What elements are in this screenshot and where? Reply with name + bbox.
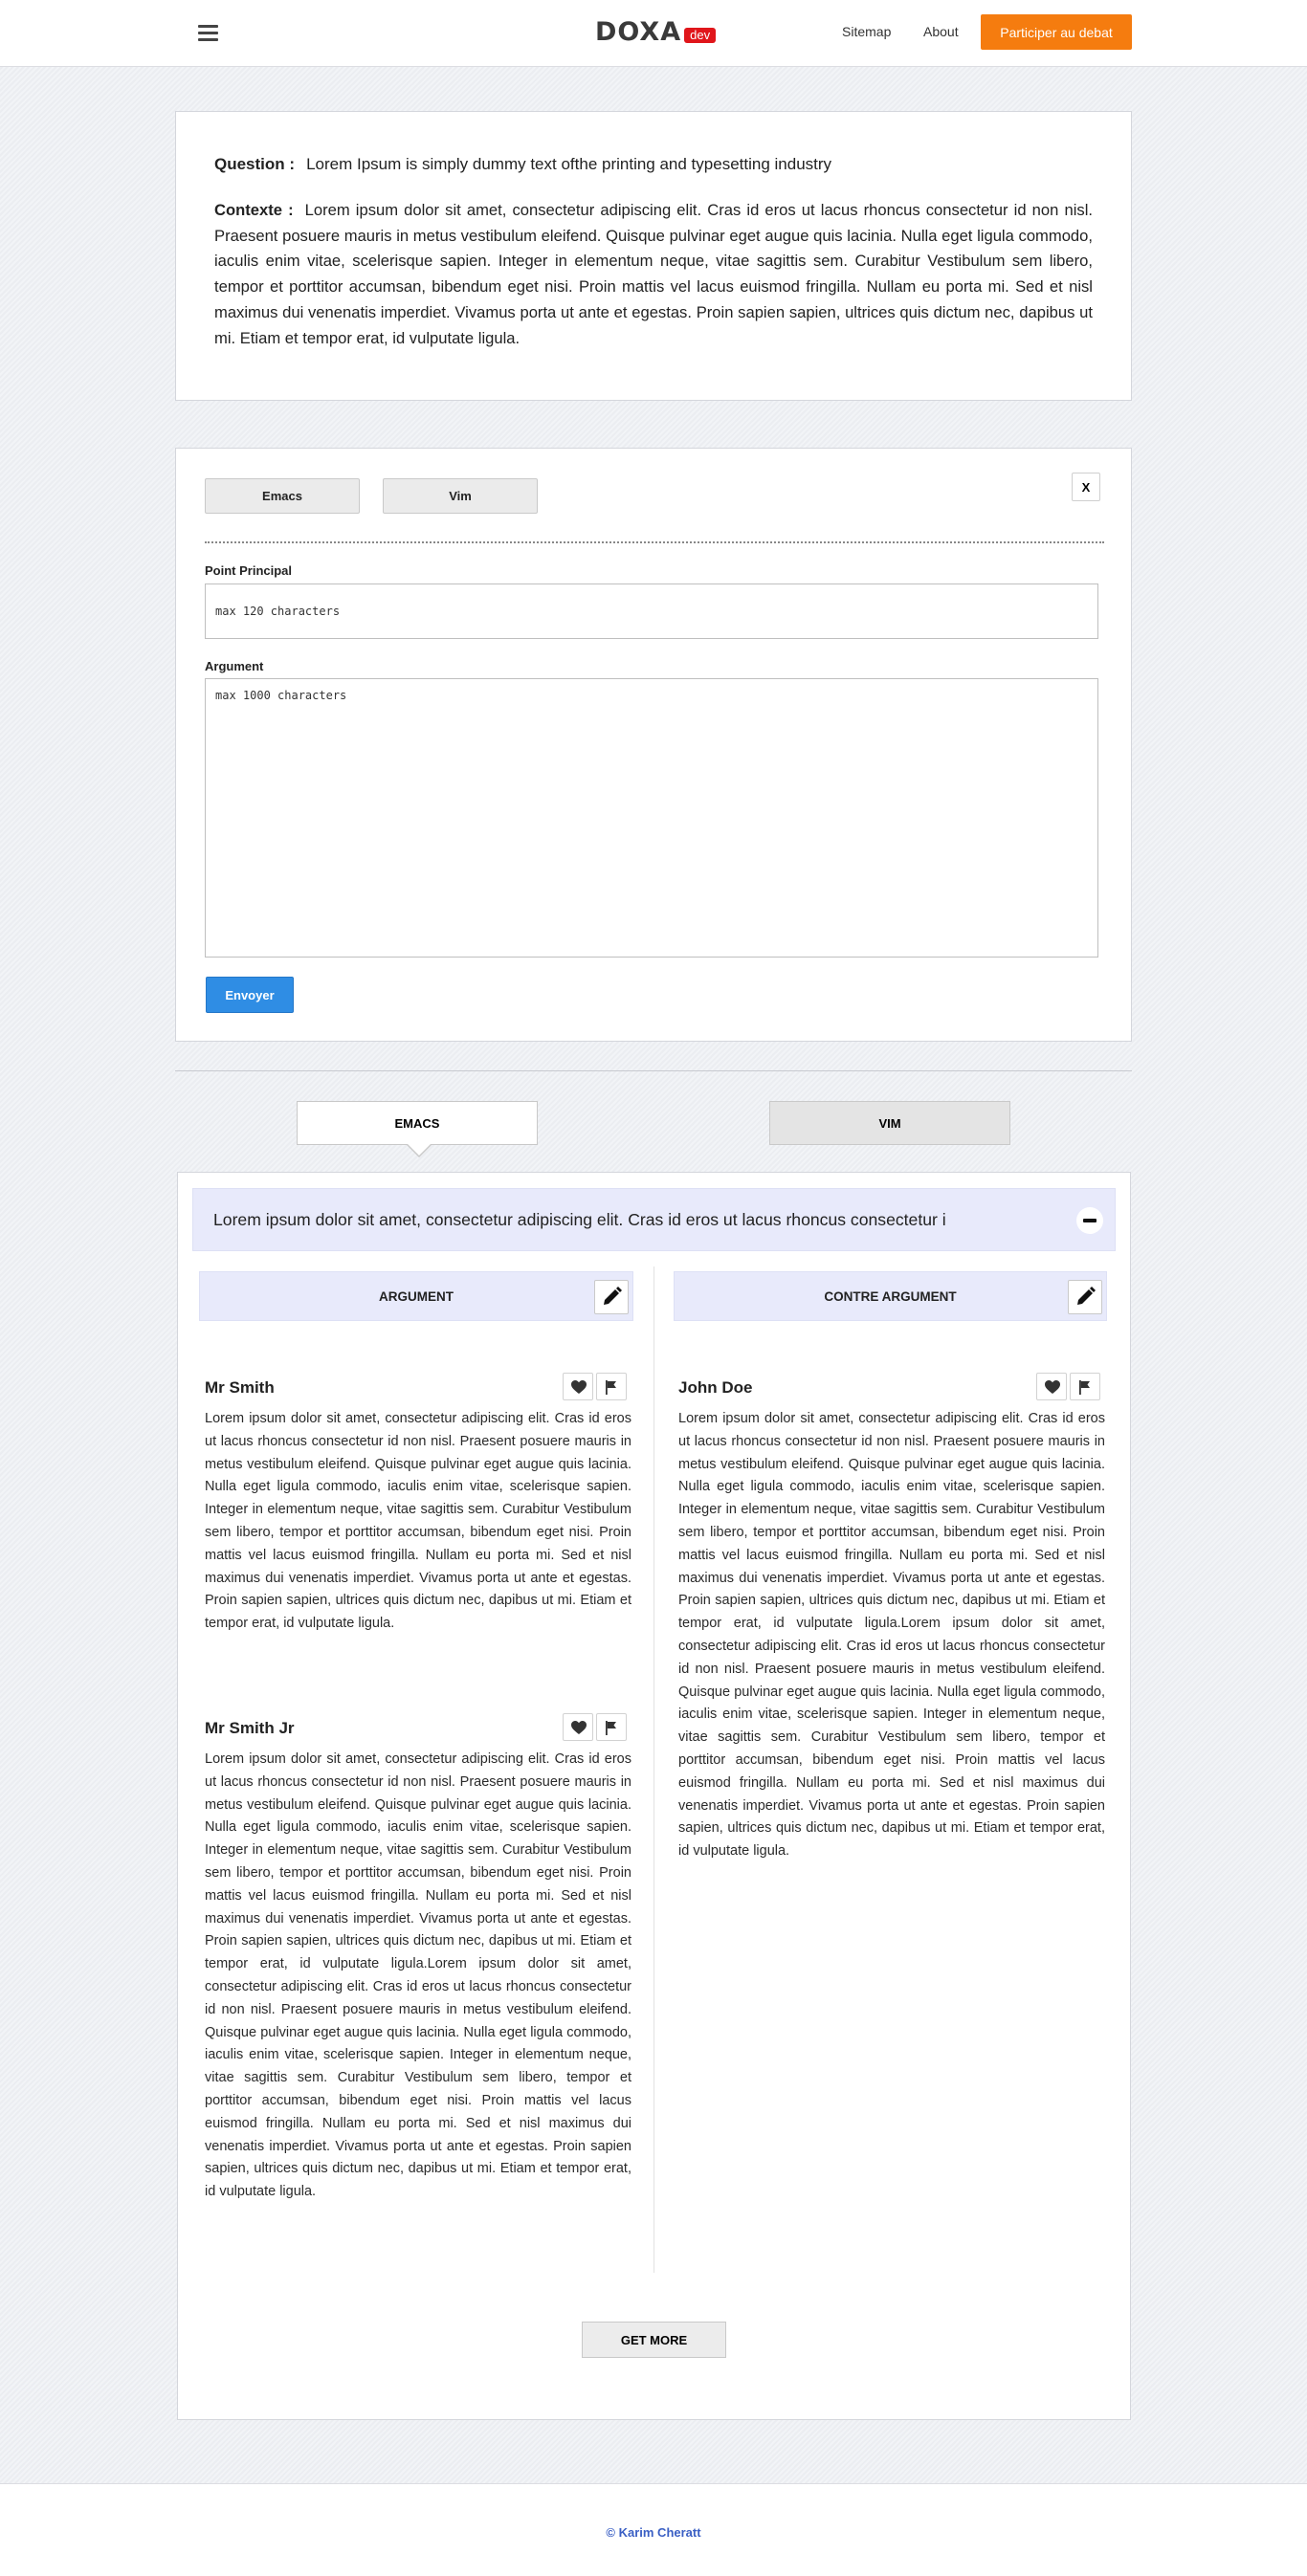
- question-line: Question : Lorem Ipsum is simply dummy te…: [214, 155, 831, 174]
- point-principal-input[interactable]: [205, 583, 1098, 639]
- report-flag-icon[interactable]: [596, 1713, 627, 1741]
- argument-label: Argument: [205, 659, 264, 673]
- like-heart-icon[interactable]: [563, 1713, 593, 1741]
- argument-item: Mr Smith Jr Lorem ipsum dolor sit amet, …: [205, 1713, 631, 2204]
- dev-badge: dev: [684, 28, 717, 43]
- argument-column-header: ARGUMENT: [199, 1271, 633, 1321]
- context-text: Lorem ipsum dolor sit amet, consectetur …: [214, 201, 1093, 347]
- tab-vim[interactable]: VIM: [769, 1101, 1010, 1145]
- question-text: Lorem Ipsum is simply dummy text ofthe p…: [306, 155, 832, 173]
- counter-argument-text: Lorem ipsum dolor sit amet, consectetur …: [678, 1411, 1105, 1860]
- like-heart-icon[interactable]: [1036, 1373, 1067, 1400]
- participate-button[interactable]: Participer au debat: [981, 14, 1132, 50]
- main-point-text: Lorem ipsum dolor sit amet, consectetur …: [213, 1210, 946, 1229]
- argument-text: Lorem ipsum dolor sit amet, consectetur …: [205, 1751, 631, 2200]
- counter-argument-item: John Doe Lorem ipsum dolor sit amet, con…: [678, 1373, 1105, 1863]
- logo[interactable]: DOXA dev: [595, 17, 717, 47]
- question-card: Question : Lorem Ipsum is simply dummy te…: [175, 111, 1132, 401]
- logo-text: DOXA: [595, 17, 682, 47]
- context-paragraph: Contexte : Lorem ipsum dolor sit amet, co…: [214, 198, 1093, 351]
- section-divider: [175, 1070, 1132, 1071]
- footer-credit-link[interactable]: © Karim Cheratt: [0, 2525, 1307, 2540]
- debate-card: Lorem ipsum dolor sit amet, consectetur …: [177, 1172, 1131, 2420]
- side-vim-button[interactable]: Vim: [383, 478, 538, 514]
- argument-textarea[interactable]: [205, 678, 1098, 958]
- send-button[interactable]: Envoyer: [206, 977, 294, 1013]
- menu-icon[interactable]: [198, 25, 218, 41]
- top-navbar: DOXA dev Sitemap About Participer au deb…: [0, 0, 1307, 67]
- like-heart-icon[interactable]: [563, 1373, 593, 1400]
- report-flag-icon[interactable]: [596, 1373, 627, 1400]
- add-counter-argument-pencil-icon[interactable]: [1068, 1280, 1102, 1314]
- get-more-button[interactable]: GET MORE: [582, 2322, 726, 2358]
- close-button[interactable]: X: [1072, 473, 1100, 501]
- dotted-divider: [205, 541, 1104, 543]
- main-point-bar: Lorem ipsum dolor sit amet, consectetur …: [192, 1188, 1116, 1251]
- question-label: Question :: [214, 155, 296, 173]
- point-principal-label: Point Principal: [205, 563, 293, 578]
- footer: © Karim Cheratt: [0, 2483, 1307, 2576]
- argument-header-title: ARGUMENT: [379, 1289, 454, 1304]
- contribution-form: Emacs Vim X Point Principal Argument Env…: [175, 448, 1132, 1042]
- counter-argument-header-title: CONTRE ARGUMENT: [824, 1289, 957, 1304]
- side-emacs-button[interactable]: Emacs: [205, 478, 360, 514]
- argument-item: Mr Smith Lorem ipsum dolor sit amet, con…: [205, 1373, 631, 1636]
- nav-sitemap-link[interactable]: Sitemap: [842, 24, 891, 39]
- add-argument-pencil-icon[interactable]: [594, 1280, 629, 1314]
- report-flag-icon[interactable]: [1070, 1373, 1100, 1400]
- active-tab-pointer: [408, 1144, 431, 1156]
- argument-text: Lorem ipsum dolor sit amet, consectetur …: [205, 1411, 631, 1632]
- counter-argument-column-header: CONTRE ARGUMENT: [674, 1271, 1107, 1321]
- collapse-minus-icon[interactable]: [1076, 1207, 1103, 1234]
- tab-emacs[interactable]: EMACS: [297, 1101, 538, 1145]
- context-label: Contexte :: [214, 201, 294, 219]
- nav-about-link[interactable]: About: [923, 24, 959, 39]
